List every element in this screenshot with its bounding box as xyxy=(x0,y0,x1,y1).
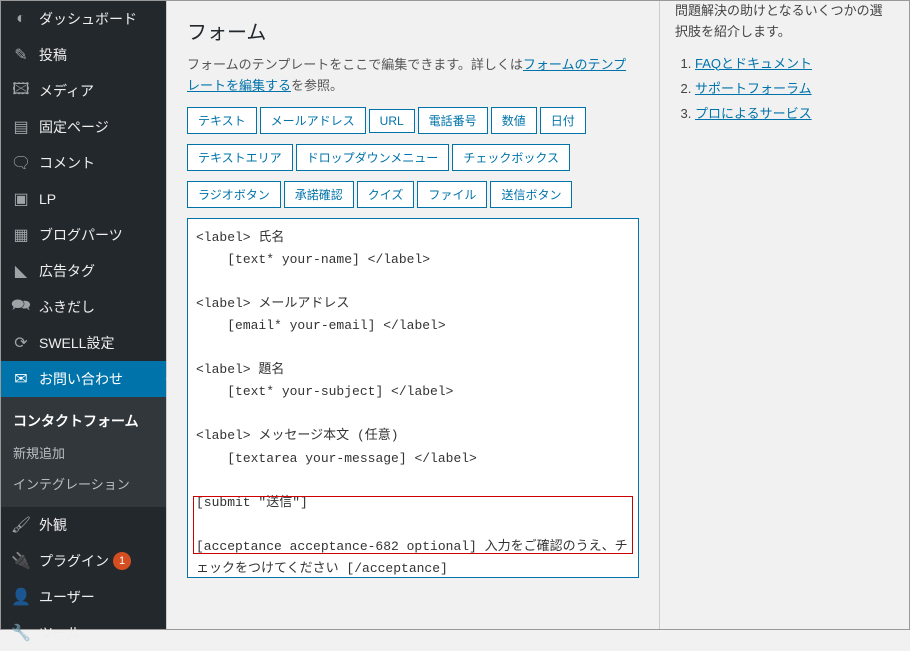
menu-icon: ▣ xyxy=(11,189,31,209)
help-link[interactable]: プロによるサービス xyxy=(695,106,812,121)
tag-button[interactable]: URL xyxy=(369,109,415,133)
menu-icon: 🗨 xyxy=(11,153,31,173)
help-link[interactable]: FAQとドキュメント xyxy=(695,56,812,71)
menu-icon: 🔌 xyxy=(11,551,31,571)
tag-button[interactable]: テキスト xyxy=(187,107,257,134)
help-panel: 問題解決の助けとなるいくつかの選択肢を紹介します。 FAQとドキュメントサポート… xyxy=(659,1,909,629)
menu-icon: 👤 xyxy=(11,587,31,607)
tag-button[interactable]: メールアドレス xyxy=(260,107,366,134)
menu-icon: 🖌 xyxy=(11,515,31,535)
tag-button[interactable]: 日付 xyxy=(540,107,586,134)
tag-button[interactable]: チェックボックス xyxy=(452,144,570,171)
sidebar-item-2[interactable]: 🖾メディア xyxy=(1,73,166,109)
tag-button[interactable]: テキストエリア xyxy=(187,144,293,171)
form-description: フォームのテンプレートをここで編集できます。詳しくはフォームのテンプレートを編集… xyxy=(187,55,639,97)
sidebar-item-8[interactable]: 🗪ふきだし xyxy=(1,289,166,325)
tag-row-3: ラジオボタン承諾確認クイズファイル送信ボタン xyxy=(187,181,639,212)
sidebar-item-6[interactable]: ▦ブログパーツ xyxy=(1,217,166,253)
sidebar-bottom-3[interactable]: 🔧ツール xyxy=(1,615,166,651)
tag-button[interactable]: ファイル xyxy=(417,181,487,208)
tag-button[interactable]: ラジオボタン xyxy=(187,181,281,208)
sidebar-item-7[interactable]: ◣広告タグ xyxy=(1,253,166,289)
help-link-item: FAQとドキュメント xyxy=(695,53,894,72)
tag-button[interactable]: ドロップダウンメニュー xyxy=(296,144,450,171)
help-intro: 問題解決の助けとなるいくつかの選択肢を紹介します。 xyxy=(675,1,894,43)
form-template-textarea[interactable] xyxy=(187,218,639,578)
submenu-item-1[interactable]: インテグレーション xyxy=(1,468,166,499)
form-title: フォーム xyxy=(187,16,639,45)
menu-icon: ▤ xyxy=(11,117,31,137)
tag-button[interactable]: クイズ xyxy=(357,181,415,208)
submenu-title: コンタクトフォーム xyxy=(1,405,166,437)
menu-icon: ⟳ xyxy=(11,333,31,353)
sidebar-item-3[interactable]: ▤固定ページ xyxy=(1,109,166,145)
tag-button[interactable]: 電話番号 xyxy=(418,107,488,134)
tag-button[interactable]: 承諾確認 xyxy=(284,181,354,208)
sidebar-item-4[interactable]: 🗨コメント xyxy=(1,145,166,181)
tag-button[interactable]: 送信ボタン xyxy=(490,181,572,208)
sidebar-item-1[interactable]: ✎投稿 xyxy=(1,37,166,73)
sidebar-item-0[interactable]: ◐ダッシュボード xyxy=(1,1,166,37)
menu-icon: ✎ xyxy=(11,45,31,65)
update-badge: 1 xyxy=(113,552,131,570)
menu-icon: 🖾 xyxy=(11,81,31,101)
menu-icon: 🗪 xyxy=(11,297,31,317)
sidebar-item-9[interactable]: ⟳SWELL設定 xyxy=(1,325,166,361)
menu-icon: ▦ xyxy=(11,225,31,245)
sidebar-bottom-2[interactable]: 👤ユーザー xyxy=(1,579,166,615)
help-link-item: サポートフォーラム xyxy=(695,78,894,97)
sidebar-item-5[interactable]: ▣LP xyxy=(1,181,166,217)
submenu-item-0[interactable]: 新規追加 xyxy=(1,437,166,468)
tag-row-2: テキストエリアドロップダウンメニューチェックボックス xyxy=(187,144,639,175)
form-editor-panel: フォーム フォームのテンプレートをここで編集できます。詳しくはフォームのテンプレ… xyxy=(166,1,659,629)
sidebar-bottom-0[interactable]: 🖌外観 xyxy=(1,507,166,543)
menu-icon: ◣ xyxy=(11,261,31,281)
help-link-item: プロによるサービス xyxy=(695,103,894,122)
sidebar-bottom-1[interactable]: 🔌プラグイン1 xyxy=(1,543,166,579)
admin-sidebar: ◐ダッシュボード✎投稿🖾メディア▤固定ページ🗨コメント▣LP▦ブログパーツ◣広告… xyxy=(1,1,166,629)
menu-icon: ✉ xyxy=(11,369,31,389)
tag-row-1: テキストメールアドレスURL電話番号数値日付 xyxy=(187,107,639,138)
main-area: フォーム フォームのテンプレートをここで編集できます。詳しくはフォームのテンプレ… xyxy=(166,1,909,629)
sidebar-item-10[interactable]: ✉お問い合わせ xyxy=(1,361,166,397)
tag-button[interactable]: 数値 xyxy=(491,107,537,134)
menu-icon: ◐ xyxy=(11,9,31,29)
menu-icon: 🔧 xyxy=(11,623,31,643)
submenu: コンタクトフォーム 新規追加インテグレーション xyxy=(1,397,166,507)
help-link[interactable]: サポートフォーラム xyxy=(695,81,812,96)
